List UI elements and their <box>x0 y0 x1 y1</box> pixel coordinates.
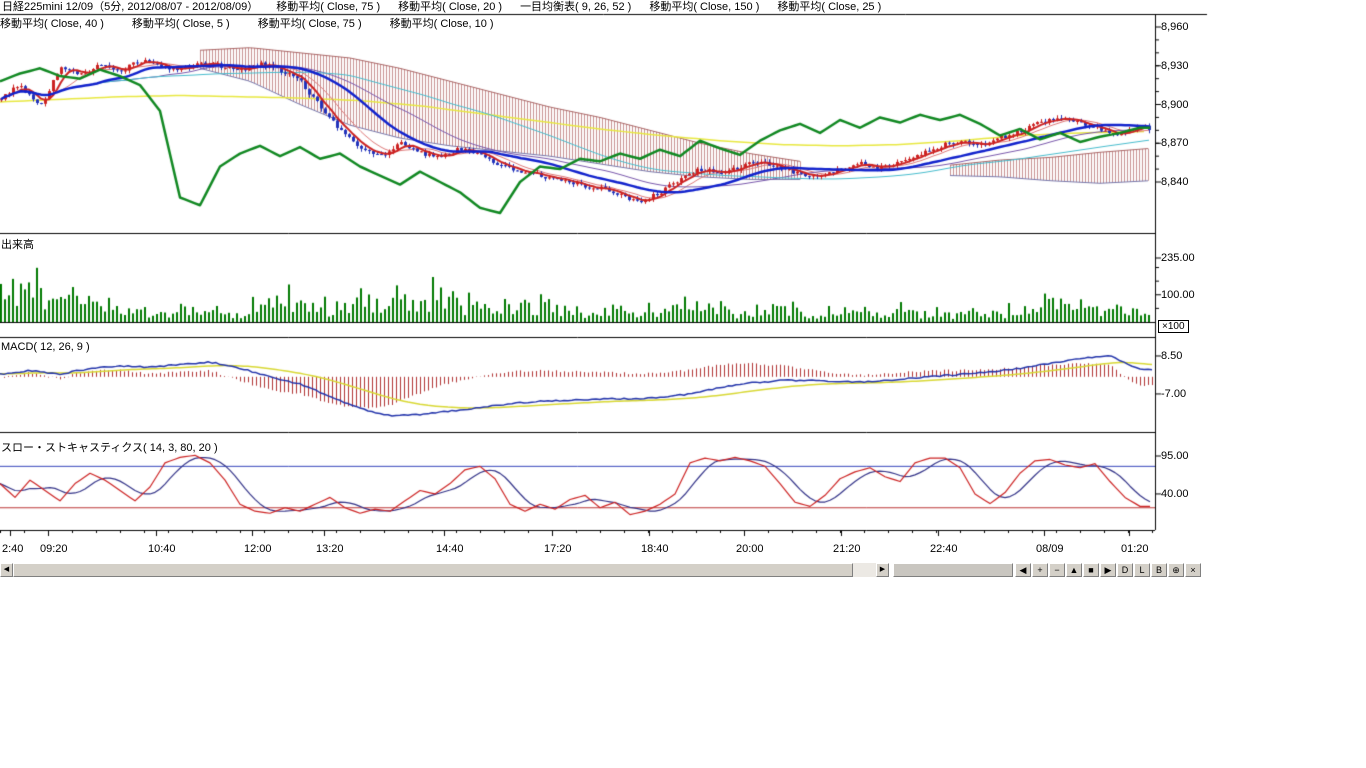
toolbar-button-D[interactable]: D <box>1117 563 1133 577</box>
time-tick-label: 13:20 <box>316 543 344 555</box>
toolbar-button-◀[interactable]: ◀ <box>1015 563 1031 577</box>
time-tick-label: 20:00 <box>736 543 764 555</box>
indicator-label-ma10: 移動平均( Close, 10 ) <box>390 18 494 31</box>
indicator-label-ma75b: 移動平均( Close, 75 ) <box>258 18 362 31</box>
chart-canvas[interactable] <box>0 0 1210 562</box>
axis-tick-label: 8,840 <box>1161 176 1189 188</box>
time-tick-label: 14:40 <box>436 543 464 555</box>
axis-tick-label: 40.00 <box>1161 488 1189 500</box>
toolbar-button-B[interactable]: B <box>1151 563 1167 577</box>
time-tick-label: 09:20 <box>40 543 68 555</box>
axis-tick-label: 235.00 <box>1161 252 1195 264</box>
macd-panel-label: MACD( 12, 26, 9 ) <box>1 341 90 353</box>
scroll-right-button[interactable]: ▶ <box>876 563 889 577</box>
scroll-left-button[interactable]: ◀ <box>0 563 13 577</box>
axis-tick-label: 100.00 <box>1161 289 1195 301</box>
scrollbar-thumb[interactable] <box>13 563 853 577</box>
bottom-scrollbar-row: ◀ ▶ ◀+−▲■▶DLB⊕× <box>0 563 1207 577</box>
axis-tick-label: 8,900 <box>1161 99 1189 111</box>
time-tick-label: 22:40 <box>930 543 958 555</box>
stoch-panel-label: スロー・ストキャスティクス( 14, 3, 80, 20 ) <box>1 442 218 454</box>
time-tick-label: 08/09 <box>1036 543 1064 555</box>
chart-header-line2: 移動平均( Close, 40 ) 移動平均( Close, 5 ) 移動平均(… <box>0 18 494 31</box>
time-tick-label: 21:20 <box>833 543 861 555</box>
volume-panel-label: 出来高 <box>1 239 34 251</box>
time-tick-label: 12:00 <box>244 543 272 555</box>
axis-tick-label: 8,960 <box>1161 21 1189 33</box>
time-tick-label: 10:40 <box>148 543 176 555</box>
toolbar-button-−[interactable]: − <box>1049 563 1065 577</box>
indicator-label-ma150: 移動平均( Close, 150 ) <box>649 1 759 14</box>
indicator-label-ma75: 移動平均( Close, 75 ) <box>276 1 380 14</box>
axis-tick-label: 8.50 <box>1161 350 1182 362</box>
indicator-label-ma20: 移動平均( Close, 20 ) <box>398 1 502 14</box>
time-tick-label: 2:40 <box>2 543 23 555</box>
scrollbar-track[interactable] <box>13 563 876 577</box>
toolbar-button-×[interactable]: × <box>1185 563 1201 577</box>
indicator-label-ma40: 移動平均( Close, 40 ) <box>0 18 104 31</box>
instrument-title: 日経225mini 12/09（5分, 2012/08/07 - 2012/08… <box>2 1 258 14</box>
axis-tick-label: -7.00 <box>1161 388 1186 400</box>
toolbar-button-L[interactable]: L <box>1134 563 1150 577</box>
indicator-label-ma25: 移動平均( Close, 25 ) <box>777 1 881 14</box>
toolbar-button-▲[interactable]: ▲ <box>1066 563 1082 577</box>
volume-multiplier-badge: ×100 <box>1158 320 1189 333</box>
trading-chart-window: 日経225mini 12/09（5分, 2012/08/07 - 2012/08… <box>0 0 1366 768</box>
axis-tick-label: 8,930 <box>1161 60 1189 72</box>
chart-toolbar: ◀+−▲■▶DLB⊕× <box>1015 563 1201 577</box>
chart-header-line1: 日経225mini 12/09（5分, 2012/08/07 - 2012/08… <box>2 1 881 14</box>
toolbar-button-+[interactable]: + <box>1032 563 1048 577</box>
toolbar-button-■[interactable]: ■ <box>1083 563 1099 577</box>
scrollbar-secondary-pane[interactable] <box>893 563 1013 577</box>
time-tick-label: 01:20 <box>1121 543 1149 555</box>
time-tick-label: 17:20 <box>544 543 572 555</box>
time-tick-label: 18:40 <box>641 543 669 555</box>
axis-tick-label: 95.00 <box>1161 450 1189 462</box>
indicator-label-ichimoku: 一目均衡表( 9, 26, 52 ) <box>520 1 631 14</box>
indicator-label-ma5: 移動平均( Close, 5 ) <box>132 18 230 31</box>
axis-tick-label: 8,870 <box>1161 137 1189 149</box>
toolbar-button-⊕[interactable]: ⊕ <box>1168 563 1184 577</box>
toolbar-button-▶[interactable]: ▶ <box>1100 563 1116 577</box>
